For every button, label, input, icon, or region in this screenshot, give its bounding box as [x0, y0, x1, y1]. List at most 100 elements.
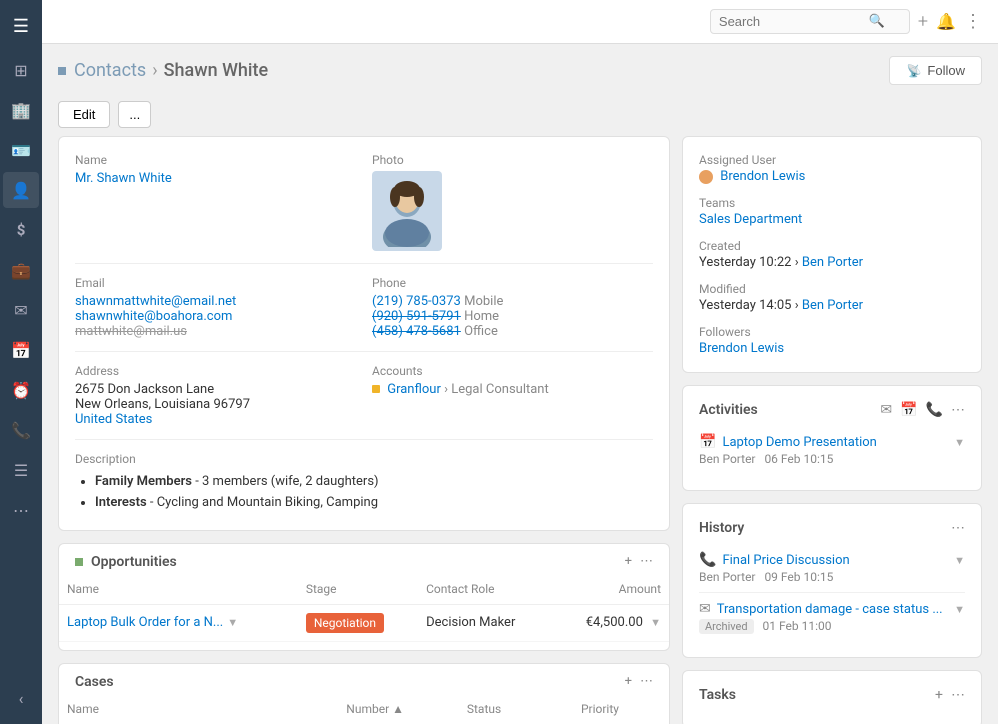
followers-item: Followers Brendon Lewis — [699, 325, 965, 356]
search-input[interactable] — [719, 14, 869, 29]
tasks-icons: + ⋯ — [935, 687, 965, 703]
more-actions-button[interactable]: ... — [118, 101, 151, 128]
more-menu-icon[interactable]: ⋮ — [964, 11, 982, 32]
bell-icon[interactable]: 🔔 — [936, 12, 956, 31]
desc-item-1: Family Members - 3 members (wife, 2 daug… — [95, 472, 653, 493]
account-name[interactable]: Granflour — [387, 382, 441, 397]
email-2[interactable]: shawnwhite@boahora.com — [75, 309, 356, 324]
address-country[interactable]: United States — [75, 412, 356, 427]
contact-info-card: Name Mr. Shawn White Photo — [58, 136, 670, 531]
phone-1: (219) 785-0373 Mobile — [372, 294, 653, 309]
history-phone-icon-1: 📞 — [699, 552, 716, 568]
history-mail-icon-2: ✉ — [699, 601, 711, 617]
edit-button[interactable]: Edit — [58, 101, 110, 128]
cases-header: Cases + ⋯ — [59, 664, 669, 698]
opportunities-table: Name Stage Contact Role Amount Laptop Bu… — [59, 578, 669, 642]
activity-title-1: 📅 Laptop Demo Presentation ▼ — [699, 434, 965, 450]
stage-badge[interactable]: Negotiation — [306, 613, 384, 633]
history-item-1: 📞 Final Price Discussion ▼ Ben Porter 09… — [699, 544, 965, 593]
opp-amount: €4,500.00 ▼ — [552, 604, 669, 641]
menu-icon[interactable]: ☰ — [3, 8, 39, 44]
more-opportunities-icon[interactable]: ⋯ — [640, 554, 653, 569]
activities-more-icon[interactable]: ⋯ — [951, 402, 965, 418]
breadcrumb-contacts-link[interactable]: Contacts — [74, 60, 146, 81]
photo-field: Photo — [372, 153, 653, 251]
address-field: Address 2675 Don Jackson Lane New Orlean… — [75, 364, 356, 427]
activities-icons: ✉ 📅 📞 ⋯ — [880, 402, 965, 418]
opp-contact-role: Decision Maker — [418, 604, 552, 641]
activities-title: Activities — [699, 402, 758, 418]
collapse-sidebar-icon[interactable]: ‹ — [3, 680, 39, 716]
search-icon[interactable]: 🔍 — [869, 14, 885, 29]
user-avatar-dot — [699, 170, 713, 184]
phone-2: (920) 591-5791 Home — [372, 309, 653, 324]
activities-calendar-icon[interactable]: 📅 — [900, 402, 917, 418]
sidebar: ☰ ⊞ 🏢 🪪 👤 $ 💼 ✉ 📅 ⏰ 📞 ☰ ⋯ ‹ — [0, 0, 42, 724]
id-card-icon[interactable]: 🪪 — [3, 132, 39, 168]
history-toggle-2[interactable]: ▼ — [954, 603, 965, 616]
cases-title-area: Cases — [75, 674, 114, 690]
two-column-layout: Name Mr. Shawn White Photo — [42, 136, 998, 724]
modified-by[interactable]: Ben Porter — [802, 298, 863, 313]
modified-label: Modified — [699, 282, 965, 296]
list-icon[interactable]: ☰ — [3, 452, 39, 488]
opp-col-stage: Stage — [298, 578, 418, 605]
search-area: 🔍 + 🔔 ⋮ — [710, 9, 982, 34]
activity-toggle-1[interactable]: ▼ — [954, 436, 965, 449]
email-field: Email shawnmattwhite@email.net shawnwhit… — [75, 276, 356, 339]
account-value: Granflour › Legal Consultant — [372, 382, 653, 397]
alarm-icon[interactable]: ⏰ — [3, 372, 39, 408]
created-by[interactable]: Ben Porter — [802, 255, 863, 270]
photo-label: Photo — [372, 153, 653, 167]
activity-item-1: 📅 Laptop Demo Presentation ▼ Ben Porter … — [699, 426, 965, 474]
history-icons: ⋯ — [951, 520, 965, 536]
calendar-icon[interactable]: 📅 — [3, 332, 39, 368]
mail-icon[interactable]: ✉ — [3, 292, 39, 328]
created-label: Created — [699, 239, 965, 253]
building-icon[interactable]: 🏢 — [3, 92, 39, 128]
email-3[interactable]: mattwhite@mail.us — [75, 324, 356, 339]
contacts-icon[interactable]: 👤 — [3, 172, 39, 208]
name-value[interactable]: Mr. Shawn White — [75, 171, 356, 186]
briefcase-icon[interactable]: 💼 — [3, 252, 39, 288]
history-title-link-2[interactable]: Transportation damage - case status ... — [717, 602, 943, 617]
cases-table: Name Number ▲ Status Priority Transporta… — [59, 698, 669, 724]
followers-value[interactable]: Brendon Lewis — [699, 341, 965, 356]
dollar-icon[interactable]: $ — [3, 212, 39, 248]
assigned-user-name[interactable]: Brendon Lewis — [720, 169, 805, 184]
follow-button[interactable]: 📡 Follow — [889, 56, 982, 85]
phone-icon[interactable]: 📞 — [3, 412, 39, 448]
address-label: Address — [75, 364, 356, 378]
history-meta-1: Ben Porter 09 Feb 10:15 — [699, 570, 965, 584]
opp-name[interactable]: Laptop Bulk Order for a N...▼ — [59, 604, 298, 641]
add-opportunity-icon[interactable]: + — [625, 554, 632, 569]
activity-meta-1: Ben Porter 06 Feb 10:15 — [699, 452, 965, 466]
history-toggle-1[interactable]: ▼ — [954, 554, 965, 567]
add-case-icon[interactable]: + — [625, 674, 632, 689]
case-col-status: Status — [459, 698, 573, 724]
more-tasks-icon[interactable]: ⋯ — [951, 687, 965, 703]
activity-title-link-1[interactable]: Laptop Demo Presentation — [722, 435, 876, 450]
activities-header: Activities ✉ 📅 📞 ⋯ — [699, 402, 965, 418]
opportunities-title-area: Opportunities — [75, 554, 177, 570]
opportunities-header: Opportunities + ⋯ — [59, 544, 669, 578]
add-icon[interactable]: + — [918, 11, 928, 32]
activities-mail-icon[interactable]: ✉ — [880, 402, 892, 418]
history-more-icon[interactable]: ⋯ — [951, 520, 965, 536]
teams-value[interactable]: Sales Department — [699, 212, 965, 227]
opp-col-amount: Amount — [552, 578, 669, 605]
history-title-link-1[interactable]: Final Price Discussion — [722, 553, 849, 568]
teams-label: Teams — [699, 196, 965, 210]
phone-label: Phone — [372, 276, 653, 290]
modified-value: Yesterday 14:05 › Ben Porter — [699, 298, 965, 313]
case-col-number[interactable]: Number ▲ — [338, 698, 459, 724]
home-icon[interactable]: ⊞ — [3, 52, 39, 88]
activities-phone-icon[interactable]: 📞 — [926, 402, 943, 418]
email-1[interactable]: shawnmattwhite@email.net — [75, 294, 356, 309]
more-cases-icon[interactable]: ⋯ — [640, 674, 653, 689]
ellipsis-icon[interactable]: ⋯ — [3, 492, 39, 528]
add-task-icon[interactable]: + — [935, 687, 943, 703]
cases-actions: + ⋯ — [625, 674, 653, 689]
name-field: Name Mr. Shawn White — [75, 153, 356, 251]
cases-table-container: Name Number ▲ Status Priority Transporta… — [59, 698, 669, 724]
